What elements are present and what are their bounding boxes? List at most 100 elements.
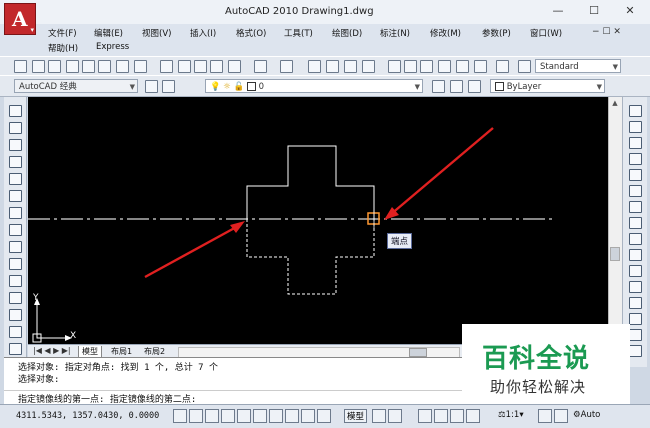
save-icon[interactable]: [48, 60, 61, 73]
publish-icon[interactable]: [98, 60, 111, 73]
menu-item[interactable]: 文件(F): [48, 27, 77, 39]
maximize-button[interactable]: ☐: [582, 3, 606, 19]
workspace-settings-icon[interactable]: [145, 80, 158, 93]
revision-cloud-icon[interactable]: [9, 224, 22, 236]
break-at-point-icon[interactable]: [629, 281, 642, 293]
rotate-icon[interactable]: [629, 201, 642, 213]
polar-tracking-button[interactable]: [221, 409, 235, 423]
copy-icon[interactable]: [178, 60, 191, 73]
menu-item[interactable]: 绘图(D): [332, 27, 362, 39]
workspace-dropdown[interactable]: AutoCAD 经典 ▼: [14, 79, 138, 93]
zoom-previous-icon[interactable]: [362, 60, 375, 73]
paste-icon[interactable]: [194, 60, 207, 73]
new-icon[interactable]: [14, 60, 27, 73]
scroll-thumb[interactable]: [610, 247, 620, 261]
layer-states-icon[interactable]: [468, 80, 481, 93]
zoom-button[interactable]: [434, 409, 448, 423]
scroll-thumb-horizontal[interactable]: [409, 348, 427, 357]
tab-layout2[interactable]: 布局2: [141, 346, 168, 357]
undo-icon[interactable]: [254, 60, 267, 73]
sheet-set-icon[interactable]: [438, 60, 451, 73]
tab-navigation-arrows[interactable]: |◀ ◀ ▶ ▶|: [30, 346, 74, 355]
help-icon[interactable]: [496, 60, 509, 73]
menu-item[interactable]: Express: [96, 42, 129, 52]
fillet-icon[interactable]: [629, 345, 642, 357]
print-preview-icon[interactable]: [82, 60, 95, 73]
erase-icon[interactable]: [629, 105, 642, 117]
array-icon[interactable]: [629, 169, 642, 181]
zoom-realtime-icon[interactable]: [326, 60, 339, 73]
construction-line-icon[interactable]: [9, 122, 22, 134]
object-snap-tracking-button[interactable]: [253, 409, 267, 423]
stretch-icon[interactable]: [629, 233, 642, 245]
break-icon[interactable]: [629, 297, 642, 309]
scroll-up-icon[interactable]: ▲: [610, 99, 620, 109]
application-menu-button[interactable]: A ▾: [4, 3, 36, 35]
move-icon[interactable]: [629, 185, 642, 197]
menu-item[interactable]: 帮助(H): [48, 42, 78, 54]
text-style-dropdown[interactable]: Standard ▼: [535, 59, 621, 73]
copy-object-icon[interactable]: [629, 121, 642, 133]
drawing-area[interactable]: Y X 端点: [28, 97, 608, 344]
quick-view-layouts-button[interactable]: [372, 409, 386, 423]
minimize-button[interactable]: —: [546, 3, 570, 19]
annotation-visibility-button[interactable]: [538, 409, 552, 423]
dynamic-ucs-button[interactable]: [269, 409, 283, 423]
close-button[interactable]: ✕: [618, 3, 642, 19]
insert-block-icon[interactable]: [9, 292, 22, 304]
menu-item[interactable]: 窗口(W): [530, 27, 562, 39]
design-center-icon[interactable]: [404, 60, 417, 73]
open-icon[interactable]: [32, 60, 45, 73]
layer-properties-icon[interactable]: [162, 80, 175, 93]
extend-icon[interactable]: [629, 265, 642, 277]
object-snap-button[interactable]: [237, 409, 251, 423]
auto-scale-button[interactable]: [554, 409, 568, 423]
dwf-icon[interactable]: [134, 60, 147, 73]
make-current-layer-icon[interactable]: [432, 80, 445, 93]
quick-view-drawings-button[interactable]: [388, 409, 402, 423]
menu-item[interactable]: 编辑(E): [94, 27, 123, 39]
grid-display-button[interactable]: [189, 409, 203, 423]
offset-icon[interactable]: [629, 153, 642, 165]
redo-icon[interactable]: [280, 60, 293, 73]
chamfer-icon[interactable]: [629, 329, 642, 341]
polyline-icon[interactable]: [9, 139, 22, 151]
dynamic-input-button[interactable]: [285, 409, 299, 423]
make-block-icon[interactable]: [9, 309, 22, 321]
menu-item[interactable]: 参数(P): [482, 27, 511, 39]
block-editor-icon[interactable]: [228, 60, 241, 73]
vertical-scrollbar[interactable]: ▲ ▼: [608, 97, 622, 344]
document-window-controls[interactable]: − ☐ ✕: [592, 27, 621, 37]
ellipse-arc-icon[interactable]: [9, 275, 22, 287]
quick-properties-button[interactable]: [317, 409, 331, 423]
circle-icon[interactable]: [9, 207, 22, 219]
point-icon[interactable]: [9, 326, 22, 338]
layer-previous-icon[interactable]: [450, 80, 463, 93]
lineweight-button[interactable]: [301, 409, 315, 423]
rectangle-icon[interactable]: [9, 173, 22, 185]
properties-icon[interactable]: [388, 60, 401, 73]
scale-icon[interactable]: [629, 217, 642, 229]
markup-icon[interactable]: [456, 60, 469, 73]
workspace-switch[interactable]: ⚙Auto: [573, 410, 600, 420]
pan-button[interactable]: [418, 409, 432, 423]
tool-palettes-icon[interactable]: [420, 60, 433, 73]
menu-item[interactable]: 工具(T): [284, 27, 313, 39]
3d-print-icon[interactable]: [116, 60, 129, 73]
match-properties-icon[interactable]: [210, 60, 223, 73]
steering-wheel-button[interactable]: [450, 409, 464, 423]
model-space-button[interactable]: 模型: [344, 409, 368, 423]
line-icon[interactable]: [9, 105, 22, 117]
menu-item[interactable]: 标注(N): [380, 27, 410, 39]
menu-item[interactable]: 插入(I): [190, 27, 216, 39]
ellipse-icon[interactable]: [9, 258, 22, 270]
menu-item[interactable]: 视图(V): [142, 27, 171, 39]
color-dropdown[interactable]: ByLayer ▼: [490, 79, 605, 93]
pan-icon[interactable]: [308, 60, 321, 73]
annotation-scale[interactable]: ⚖1:1▾: [498, 410, 524, 420]
snap-mode-button[interactable]: [173, 409, 187, 423]
plot-icon[interactable]: [66, 60, 79, 73]
hatch-icon[interactable]: [9, 343, 22, 355]
trim-icon[interactable]: [629, 249, 642, 261]
text-style-icon[interactable]: [518, 60, 531, 73]
